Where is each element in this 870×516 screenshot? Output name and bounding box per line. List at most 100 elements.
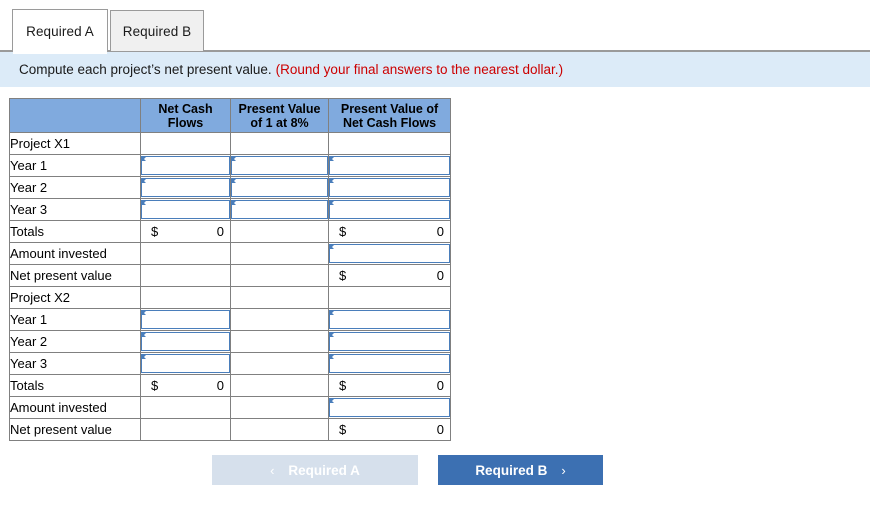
cell-input-net-cash-flows[interactable]: [140, 198, 231, 221]
tab-required-b[interactable]: Required B: [110, 10, 204, 51]
cell-input-present-value-of-net-cash-flows[interactable]: [328, 198, 451, 221]
input-net-cash-flows[interactable]: [141, 156, 230, 175]
table-row: Project X2: [9, 286, 451, 309]
instruction-banner: Compute each project’s net present value…: [0, 52, 870, 87]
input-net-cash-flows[interactable]: [141, 200, 230, 219]
table-row: Year 1: [9, 308, 451, 331]
npv-table-container: Net Cash Flows Present Value of 1 at 8% …: [0, 87, 870, 441]
cell-blank-present-value-of-1: [230, 418, 329, 441]
table-row: Year 2: [9, 330, 451, 353]
input-present-value-of-1[interactable]: [231, 178, 328, 197]
row-label: Year 2: [9, 330, 141, 353]
cell-input-net-cash-flows[interactable]: [140, 330, 231, 353]
chevron-right-icon: ›: [561, 462, 566, 478]
input-present-value-of-net-cash-flows[interactable]: [329, 156, 450, 175]
table-row: Year 1: [9, 154, 451, 177]
required-b-next-button[interactable]: Required B ›: [438, 455, 603, 485]
input-net-cash-flows[interactable]: [141, 332, 230, 351]
table-row: Year 2: [9, 176, 451, 199]
npv-table-head: Net Cash Flows Present Value of 1 at 8% …: [9, 98, 451, 133]
input-present-value-of-net-cash-flows[interactable]: [329, 332, 450, 351]
input-present-value-of-net-cash-flows[interactable]: [329, 178, 450, 197]
cell-blank-present-value-of-1: [230, 220, 329, 243]
wizard-nav: ‹ Required A Required B ›: [0, 455, 870, 485]
tab-required-a[interactable]: Required A: [12, 9, 108, 54]
cell-input-present-value-of-net-cash-flows[interactable]: [328, 176, 451, 199]
cell-input-present-value-of-net-cash-flows[interactable]: [328, 352, 451, 375]
table-row: Amount invested: [9, 242, 451, 265]
row-label: Net present value: [9, 418, 141, 441]
cell-input-net-cash-flows[interactable]: [140, 176, 231, 199]
cell-blank-present-value-of-1: [230, 264, 329, 287]
cell-value: 0: [436, 224, 444, 239]
cell-value: 0: [436, 378, 444, 393]
cell-total-present-value-of-net-cash-flows: $0: [328, 264, 451, 287]
cell-total-present-value-of-net-cash-flows: $0: [328, 220, 451, 243]
currency-symbol: $: [151, 224, 159, 239]
npv-table: Net Cash Flows Present Value of 1 at 8% …: [9, 98, 451, 441]
cell-blank-present-value-of-net-cash-flows: [328, 286, 451, 309]
row-label: Totals: [9, 374, 141, 397]
cell-input-present-value-of-net-cash-flows[interactable]: [328, 242, 451, 265]
chevron-left-icon: ‹: [270, 462, 275, 478]
input-present-value-of-net-cash-flows[interactable]: [329, 244, 450, 263]
row-label: Net present value: [9, 264, 141, 287]
currency-symbol: $: [151, 378, 159, 393]
cell-blank-present-value-of-1: [230, 396, 329, 419]
required-b-next-label: Required B: [475, 462, 548, 478]
input-present-value-of-net-cash-flows[interactable]: [329, 200, 450, 219]
cell-blank-net-cash-flows: [140, 242, 231, 265]
cell-blank-present-value-of-1: [230, 286, 329, 309]
row-label: Year 3: [9, 198, 141, 221]
input-net-cash-flows[interactable]: [141, 310, 230, 329]
input-net-cash-flows[interactable]: [141, 354, 230, 373]
cell-input-net-cash-flows[interactable]: [140, 308, 231, 331]
cell-blank-net-cash-flows: [140, 132, 231, 155]
cell-value: 0: [216, 224, 224, 239]
cell-input-present-value-of-net-cash-flows[interactable]: [328, 330, 451, 353]
input-present-value-of-net-cash-flows[interactable]: [329, 398, 450, 417]
cell-blank-present-value-of-net-cash-flows: [328, 132, 451, 155]
required-a-prev-label: Required A: [288, 462, 360, 478]
row-label: Amount invested: [9, 242, 141, 265]
col-header-blank: [9, 98, 141, 133]
cell-blank-present-value-of-1: [230, 330, 329, 353]
cell-total-net-cash-flows: $0: [140, 374, 231, 397]
input-present-value-of-net-cash-flows[interactable]: [329, 354, 450, 373]
currency-symbol: $: [339, 224, 347, 239]
row-label: Project X1: [9, 132, 141, 155]
row-label: Year 1: [9, 154, 141, 177]
table-row: Year 3: [9, 352, 451, 375]
tab-strip: Required A Required B: [0, 0, 870, 54]
cell-total-present-value-of-net-cash-flows: $0: [328, 374, 451, 397]
cell-input-present-value-of-net-cash-flows[interactable]: [328, 396, 451, 419]
cell-blank-present-value-of-1: [230, 242, 329, 265]
cell-value: 0: [216, 378, 224, 393]
instruction-text: Compute each project’s net present value…: [19, 62, 272, 77]
cell-input-present-value-of-1[interactable]: [230, 176, 329, 199]
cell-blank-present-value-of-1: [230, 308, 329, 331]
cell-value: 0: [436, 422, 444, 437]
input-present-value-of-1[interactable]: [231, 156, 328, 175]
required-a-prev-button[interactable]: ‹ Required A: [212, 455, 418, 485]
row-label: Totals: [9, 220, 141, 243]
col-header-present-value-of-1: Present Value of 1 at 8%: [230, 98, 329, 133]
cell-input-present-value-of-net-cash-flows[interactable]: [328, 154, 451, 177]
cell-input-present-value-of-net-cash-flows[interactable]: [328, 308, 451, 331]
input-present-value-of-net-cash-flows[interactable]: [329, 310, 450, 329]
instruction-hint: (Round your final answers to the nearest…: [275, 62, 564, 77]
cell-blank-present-value-of-1: [230, 352, 329, 375]
currency-symbol: $: [339, 268, 347, 283]
cell-input-present-value-of-1[interactable]: [230, 154, 329, 177]
cell-input-net-cash-flows[interactable]: [140, 154, 231, 177]
table-row: Totals $0 $0: [9, 220, 451, 243]
row-label: Year 2: [9, 176, 141, 199]
row-label: Year 1: [9, 308, 141, 331]
cell-input-net-cash-flows[interactable]: [140, 352, 231, 375]
input-present-value-of-1[interactable]: [231, 200, 328, 219]
currency-symbol: $: [339, 378, 347, 393]
col-header-net-cash-flows: Net Cash Flows: [140, 98, 231, 133]
row-label: Year 3: [9, 352, 141, 375]
input-net-cash-flows[interactable]: [141, 178, 230, 197]
cell-input-present-value-of-1[interactable]: [230, 198, 329, 221]
